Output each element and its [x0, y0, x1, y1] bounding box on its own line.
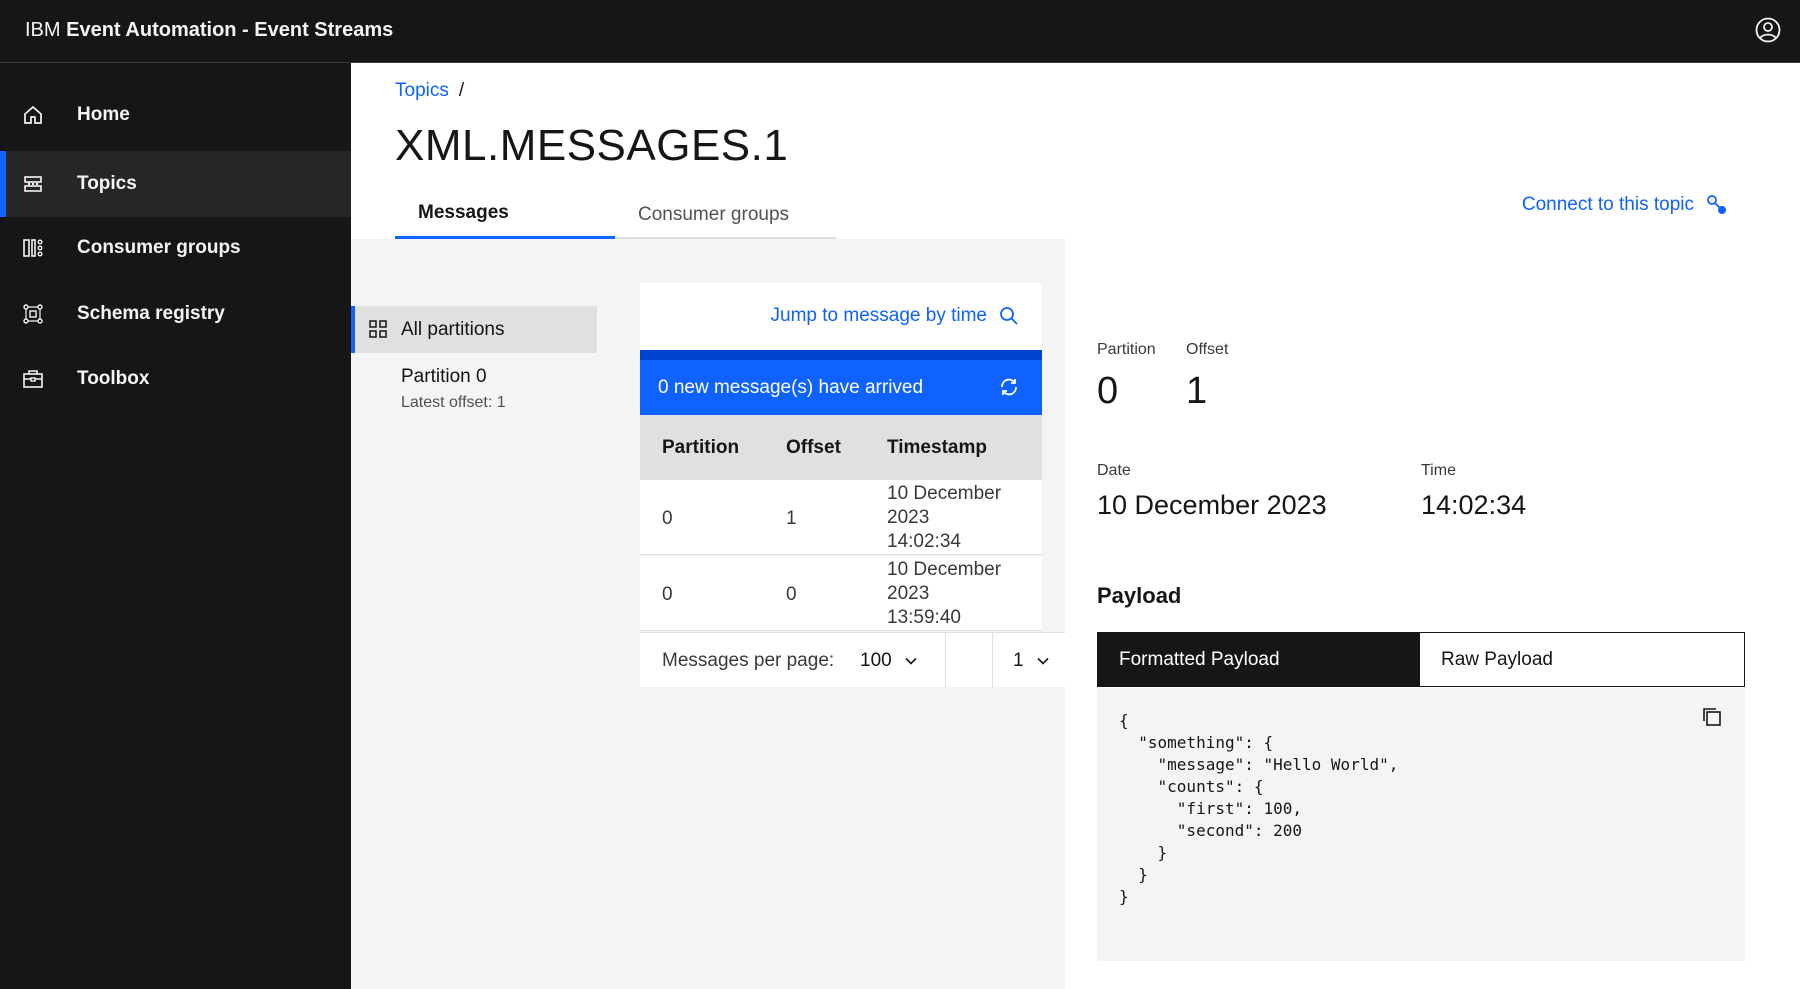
pagination: Messages per page: 100 1: [640, 632, 1065, 688]
detail-date-label: Date: [1097, 462, 1131, 479]
sidebar-item-topics[interactable]: Topics: [0, 151, 351, 217]
topics-icon: [24, 176, 42, 192]
consumer-groups-icon: [23, 239, 43, 257]
table-row[interactable]: 0 0 10 December 2023 13:59:40: [640, 556, 1042, 631]
sidebar-item-toolbox[interactable]: Toolbox: [0, 346, 351, 412]
sidebar-item-consumer-groups[interactable]: Consumer groups: [0, 215, 351, 281]
search-icon: [1000, 307, 1018, 325]
brand-ibm: IBM: [25, 19, 61, 41]
home-icon: [24, 105, 42, 124]
payload-format-switcher: Formatted Payload Raw Payload: [1097, 632, 1745, 687]
detail-date-value: 10 December 2023: [1097, 490, 1327, 520]
partition-all-label: All partitions: [401, 318, 505, 340]
cell-timestamp: 10 December 2023 14:02:34: [887, 482, 1001, 554]
copy-icon[interactable]: [1701, 706, 1723, 728]
partition-latest-offset: Latest offset: 1: [401, 394, 506, 411]
user-avatar-icon: [1755, 17, 1781, 43]
top-header: IBM Event Automation - Event Streams: [0, 0, 1800, 63]
detail-time-label: Time: [1421, 462, 1456, 479]
payload-heading: Payload: [1097, 583, 1182, 608]
grid-icon: [369, 320, 387, 338]
timestamp-line: 10 December: [887, 483, 1002, 504]
column-header-offset[interactable]: Offset: [786, 437, 841, 459]
jump-to-message-link[interactable]: Jump to message by time: [771, 305, 1019, 327]
tab-messages[interactable]: Messages: [395, 190, 615, 239]
detail-offset-value: 1: [1186, 370, 1208, 412]
formatted-payload-tab[interactable]: Formatted Payload: [1098, 633, 1420, 686]
timestamp-line: 2023: [887, 583, 930, 604]
sidebar-item-schema-registry[interactable]: Schema registry: [0, 281, 351, 347]
pager-divider: [945, 633, 946, 688]
detail-partition-value: 0: [1097, 370, 1119, 412]
cell-partition: 0: [662, 508, 673, 529]
connect-icon: [1707, 195, 1726, 214]
chevron-down-icon: [905, 657, 917, 665]
jump-link-label: Jump to message by time: [770, 305, 987, 326]
user-profile-button[interactable]: [1752, 14, 1784, 46]
new-messages-notification: 0 new message(s) have arrived: [640, 360, 1042, 415]
column-header-timestamp[interactable]: Timestamp: [887, 437, 987, 459]
per-page-label: Messages per page:: [662, 650, 835, 671]
detail-offset-label: Offset: [1186, 341, 1229, 358]
page-title: XML.MESSAGES.1: [395, 121, 789, 170]
sidebar-item-home[interactable]: Home: [0, 82, 351, 148]
brand-product: Event Automation - Event Streams: [66, 19, 394, 41]
page-number-value: 1: [1013, 650, 1024, 671]
breadcrumb: Topics /: [395, 80, 464, 102]
cell-partition: 0: [662, 584, 673, 605]
table-row[interactable]: 0 1 10 December 2023 14:02:34: [640, 480, 1042, 555]
column-header-partition[interactable]: Partition: [662, 437, 739, 459]
payload-code-block: { "something": { "message": "Hello World…: [1097, 688, 1745, 961]
connect-to-topic-link[interactable]: Connect to this topic: [1522, 194, 1728, 216]
refresh-icon[interactable]: [998, 376, 1020, 398]
payload-content: { "something": { "message": "Hello World…: [1119, 711, 1399, 906]
timestamp-line: 10 December: [887, 559, 1002, 580]
per-page-select[interactable]: 100: [860, 650, 918, 672]
detail-time-value: 14:02:34: [1421, 490, 1527, 520]
jump-row: Jump to message by time: [640, 283, 1042, 350]
partition-label: Partition 0: [401, 366, 487, 387]
timestamp-line: 14:02:34: [887, 531, 961, 552]
toolbox-icon: [23, 370, 43, 388]
table-header: Partition Offset Timestamp: [640, 415, 1042, 480]
timestamp-line: 13:59:40: [887, 607, 961, 628]
new-messages-text: 0 new message(s) have arrived: [658, 377, 924, 398]
sidebar-item-label: Home: [77, 104, 130, 125]
chevron-down-icon: [1037, 657, 1049, 665]
breadcrumb-separator: /: [458, 80, 465, 101]
page-number-select[interactable]: 1: [1013, 650, 1050, 672]
partition-all[interactable]: All partitions: [351, 306, 597, 353]
raw-payload-tab[interactable]: Raw Payload: [1420, 633, 1744, 686]
cell-offset: 0: [786, 584, 797, 605]
topic-tabs: Messages Consumer groups: [395, 190, 836, 239]
side-nav: Home Topics Consumer groups Schema regis…: [0, 63, 351, 989]
per-page-value: 100: [860, 650, 892, 671]
pager-divider: [992, 633, 993, 688]
sidebar-item-label: Schema registry: [77, 303, 225, 324]
loading-bar: [640, 350, 1042, 360]
tab-consumer-groups[interactable]: Consumer groups: [615, 190, 836, 239]
breadcrumb-topics-link[interactable]: Topics: [395, 80, 449, 101]
app-brand[interactable]: IBM Event Automation - Event Streams: [25, 19, 393, 42]
connect-link-label: Connect to this topic: [1521, 194, 1694, 215]
detail-partition-label: Partition: [1097, 341, 1156, 358]
sidebar-item-label: Topics: [77, 173, 137, 194]
schema-registry-icon: [23, 304, 43, 324]
cell-timestamp: 10 December 2023 13:59:40: [887, 558, 1001, 630]
sidebar-item-label: Consumer groups: [77, 237, 241, 258]
partition-item[interactable]: Partition 0 Latest offset: 1: [351, 360, 597, 420]
cell-offset: 1: [786, 508, 797, 529]
timestamp-line: 2023: [887, 507, 930, 528]
sidebar-item-label: Toolbox: [77, 368, 150, 389]
